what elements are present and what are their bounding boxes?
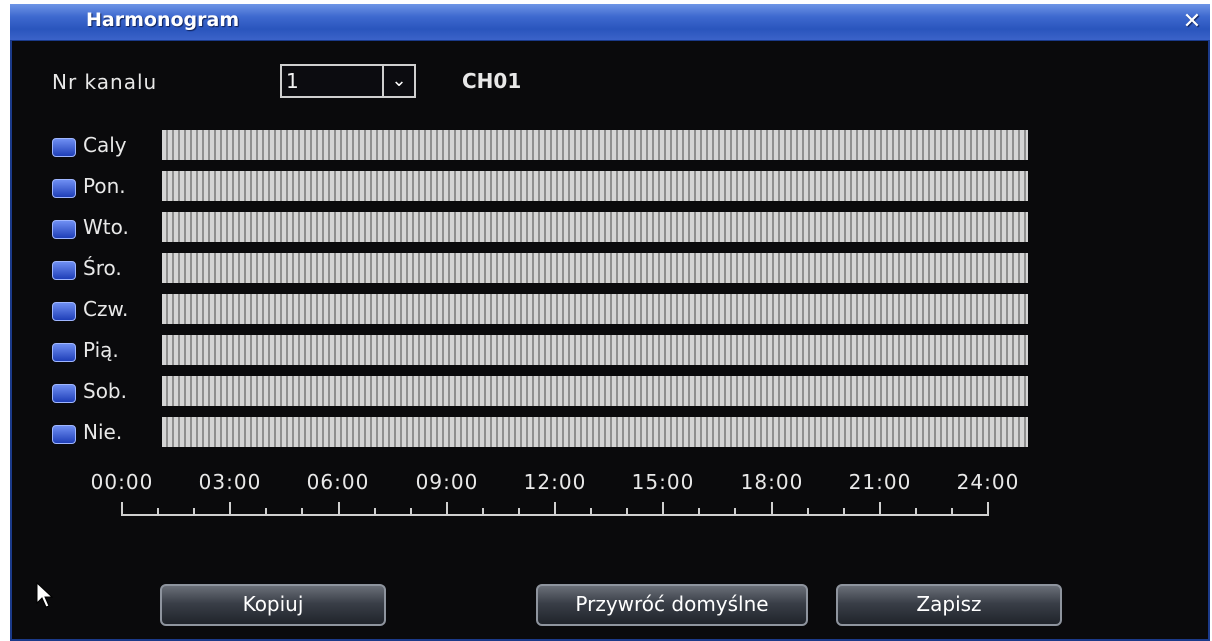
time-tick [229, 502, 231, 516]
time-tick [193, 508, 195, 516]
day-checkbox[interactable] [52, 425, 76, 444]
time-tick [879, 502, 881, 516]
schedule-dialog: Harmonogram ✕ Nr kanalu 1 ⌄ CH01 Caly Po… [10, 4, 1210, 641]
time-tick [698, 508, 700, 516]
time-tick [734, 508, 736, 516]
schedule-bar[interactable] [162, 212, 1028, 242]
time-tick [157, 508, 159, 516]
dialog-title: Harmonogram [86, 9, 240, 31]
day-label: Czw. [83, 297, 129, 321]
day-label: Sob. [83, 379, 127, 403]
time-tick [626, 508, 628, 516]
channel-label: Nr kanalu [52, 70, 158, 94]
day-checkbox[interactable] [52, 384, 76, 403]
day-checkbox[interactable] [52, 343, 76, 362]
time-tick-label: 24:00 [956, 470, 1020, 494]
day-checkbox[interactable] [52, 261, 76, 280]
time-tick-label: 00:00 [90, 470, 154, 494]
schedule-bar[interactable] [162, 253, 1028, 283]
day-row-sun: Nie. [50, 413, 1050, 453]
mouse-cursor-icon [36, 582, 54, 608]
save-button[interactable]: Zapisz [836, 584, 1062, 626]
day-checkbox[interactable] [52, 302, 76, 321]
time-tick-label: 12:00 [523, 470, 587, 494]
day-row-thu: Czw. [50, 290, 1050, 330]
time-tick [771, 502, 773, 516]
schedule-bar[interactable] [162, 171, 1028, 201]
time-tick [374, 508, 376, 516]
time-tick [482, 508, 484, 516]
copy-button[interactable]: Kopiuj [160, 584, 386, 626]
time-tick [301, 508, 303, 516]
day-label: Pon. [83, 174, 126, 198]
channel-name: CH01 [462, 69, 522, 93]
time-tick [843, 508, 845, 516]
time-tick [410, 508, 412, 516]
time-tick-label: 21:00 [848, 470, 912, 494]
day-row-wed: Śro. [50, 249, 1050, 289]
time-tick [987, 502, 989, 516]
schedule-bar[interactable] [162, 376, 1028, 406]
time-tick-label: 09:00 [415, 470, 479, 494]
close-icon[interactable]: ✕ [1180, 10, 1204, 34]
chevron-down-icon[interactable]: ⌄ [382, 66, 414, 96]
time-tick [554, 502, 556, 516]
time-tick [338, 502, 340, 516]
time-tick [590, 508, 592, 516]
time-tick [446, 502, 448, 516]
day-label: Śro. [83, 256, 122, 280]
day-label: Caly [83, 133, 127, 157]
time-axis: 00:00 03:00 06:00 09:00 12:00 15:00 18:0… [91, 470, 1018, 530]
day-row-fri: Pią. [50, 331, 1050, 371]
time-tick [807, 508, 809, 516]
time-tick-label: 06:00 [306, 470, 370, 494]
time-tick [915, 508, 917, 516]
day-checkbox[interactable] [52, 179, 76, 198]
title-bar[interactable]: Harmonogram ✕ [10, 4, 1210, 41]
channel-select[interactable]: 1 ⌄ [280, 64, 416, 98]
day-row-mon: Pon. [50, 167, 1050, 207]
channel-select-value: 1 [286, 69, 299, 93]
schedule-bar[interactable] [162, 335, 1028, 365]
day-checkbox[interactable] [52, 138, 76, 157]
day-row-all: Caly [50, 126, 1050, 166]
schedule-bar[interactable] [162, 294, 1028, 324]
schedule-bar[interactable] [162, 130, 1028, 160]
time-tick [265, 508, 267, 516]
time-tick-label: 15:00 [631, 470, 695, 494]
schedule-bar[interactable] [162, 417, 1028, 447]
time-tick-label: 03:00 [198, 470, 262, 494]
day-row-sat: Sob. [50, 372, 1050, 412]
day-row-tue: Wto. [50, 208, 1050, 248]
time-tick [951, 508, 953, 516]
time-tick [518, 508, 520, 516]
day-label: Pią. [83, 338, 119, 362]
day-checkbox[interactable] [52, 220, 76, 239]
day-label: Wto. [83, 215, 129, 239]
day-label: Nie. [83, 420, 123, 444]
time-tick-label: 18:00 [740, 470, 804, 494]
restore-defaults-button[interactable]: Przywróć domyślne [536, 584, 808, 626]
time-tick [662, 502, 664, 516]
time-tick [121, 502, 123, 516]
